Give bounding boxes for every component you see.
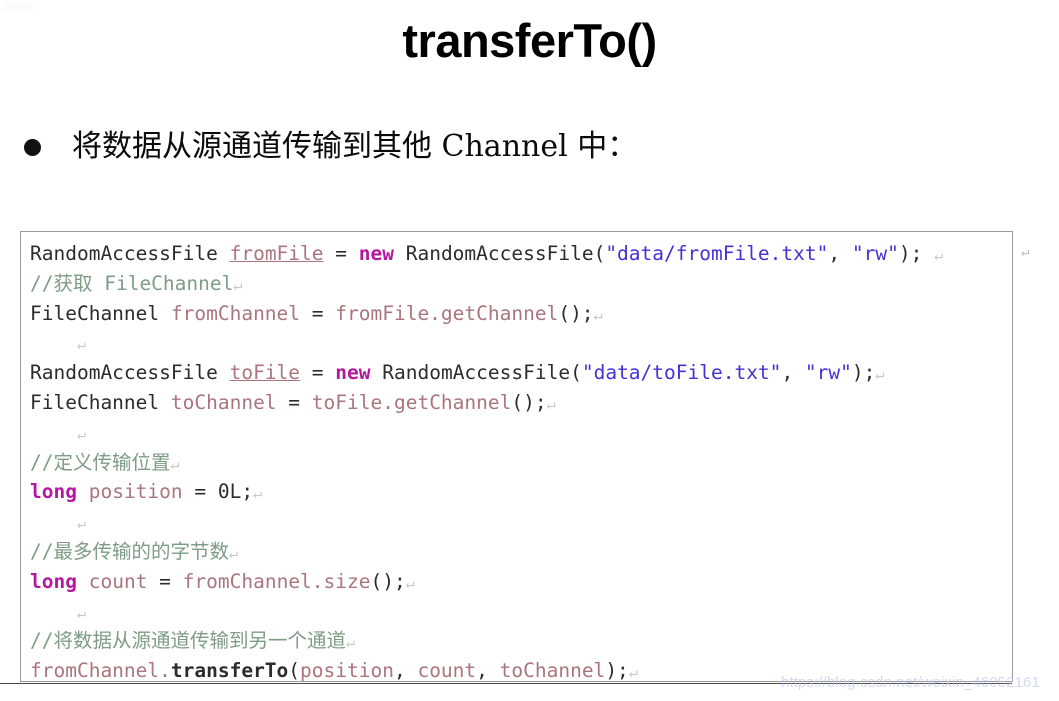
code-token-var: fromFile.getChannel [335,301,559,325]
code-line: RandomAccessFile toFile = new RandomAcce… [30,358,1012,388]
code-token-type: RandomAccessFile [30,361,218,385]
code-token-bold: transferTo [170,659,289,682]
code-token-pilcrow: ↵ [875,365,885,384]
code-token-kw: long [30,569,77,593]
code-token-pilcrow: ↵ [233,275,243,294]
code-token-type: FileChannel [30,301,160,325]
code-line: long position = 0L;↵ [30,477,1012,507]
code-line: //获取 FileChannel↵ [30,269,1012,299]
code-token-plain: ); [605,659,629,682]
code-token-plain: = [276,390,312,414]
code-token-plain: , [393,659,418,682]
bullet-dot-icon [24,138,41,156]
code-token-plain: = [300,361,336,385]
code-token-pilcrow: ↵ [628,663,638,682]
code-token-pilcrow: ↵ [76,514,86,533]
code-token-var: fromChannel. [30,659,171,682]
code-token-pilcrow: ↵ [228,543,239,562]
code-token-plain: , [828,242,852,265]
code-token-pilcrow: ↵ [345,633,356,652]
code-line: FileChannel toChannel = toFile.getChanne… [30,388,1012,418]
code-token-plain: (); [511,390,547,414]
code-token-pilcrow: ↵ [76,335,86,354]
code-token-pilcrow: ↵ [593,305,603,324]
code-token-type: FileChannel [30,390,160,414]
code-token-var: toFile.getChannel [311,390,512,414]
bullet-text: 将数据从源通道传输到其他 Channel 中： [72,129,638,164]
code-token-plain: (); [370,569,406,593]
code-line: //将数据从源通道传输到另一个通道↵ [30,626,1012,656]
code-token-cmt: //最多传输的的字节数 [30,539,229,563]
code-token-var: toChannel [170,390,277,414]
code-token-cmt: //定义传输位置 [30,450,171,474]
code-token-var: toChannel [499,659,606,682]
code-token-var: position [300,659,394,682]
code-token-var: position [88,480,183,504]
code-line: ↵ [30,328,1012,358]
code-token-var: count [417,659,477,682]
code-token-cmt: //将数据从源通道传输到另一个通道 [30,629,346,653]
code-token-plain: RandomAccessFile( [370,361,582,385]
code-token-plain: ); [898,242,935,265]
code-token-pilcrow: ↵ [170,454,180,473]
code-token-str: "rw" [804,361,852,385]
code-token-var: fromChannel [170,301,301,325]
page-title: transferTo() [402,14,657,67]
code-token-kw: long [30,480,77,504]
code-token-plain: = [147,569,183,593]
code-token-plain: ( [288,659,301,682]
code-token-pilcrow: ↵ [76,424,86,443]
code-token-plain: , [476,659,500,682]
code-token-pilcrow: ↵ [546,394,556,413]
code-token-pilcrow: ↵ [76,603,86,622]
code-token-plain: = [182,480,218,504]
code-token-plain: (); [558,301,594,325]
code-token-type: RandomAccessFile [30,242,218,265]
code-token-plain: RandomAccessFile( [393,242,606,265]
code-token-var: count [88,569,148,593]
code-token-kw: new [335,361,371,385]
code-line: //定义传输位置↵ [30,448,1012,478]
code-line: ↵ [30,507,1012,537]
code-token-plain: = [300,301,336,325]
code-line: FileChannel fromChannel = fromFile.getCh… [30,299,1012,329]
code-token-var: fromChannel.size [182,569,371,593]
code-token-pilcrow: ↵ [253,484,263,503]
code-token-pilcrow: ↵ [405,573,415,592]
code-token-kw: new [358,242,394,265]
code-line: ↵ [30,597,1012,627]
code-token-str: "data/toFile.txt" [581,361,782,385]
code-token-plain: = [323,242,359,265]
code-token-plain: 0L; [217,480,254,504]
code-line: RandomAccessFile fromFile = new RandomAc… [30,239,1012,269]
watermark-text: https://blog.csdn.net/weixin_46052161 [781,674,1040,691]
code-token-str: "data/fromFile.txt" [605,242,829,265]
stray-tick-mark: ↵ [1021,244,1030,260]
code-token-plain: ); [851,361,876,385]
code-token-decl: fromFile [229,242,324,265]
code-token-plain: , [781,361,805,385]
code-line: //最多传输的的字节数↵ [30,537,1012,567]
code-block: RandomAccessFile fromFile = new RandomAc… [20,231,1013,682]
code-token-pilcrow: ↵ [934,246,944,264]
code-line: ↵ [30,418,1012,448]
code-line: long count = fromChannel.size();↵ [30,567,1012,597]
code-token-cmt: //获取 FileChannel [30,271,234,295]
code-token-str: "rw" [851,242,899,265]
bullet-row: 将数据从源通道传输到其他 Channel 中： [24,126,1024,168]
code-token-decl: toFile [229,361,301,385]
